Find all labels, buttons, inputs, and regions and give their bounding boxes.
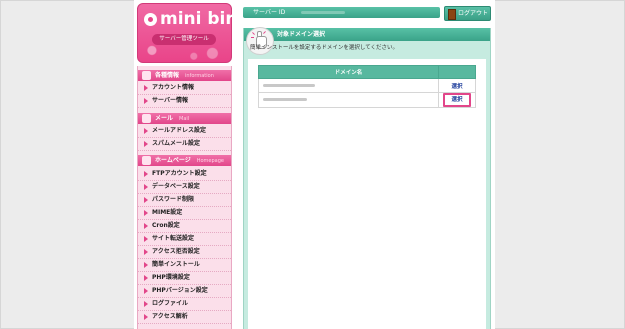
arrow-right-icon <box>144 171 148 177</box>
sidebar-item-label: ログファイル <box>152 300 189 307</box>
sidebar-item-spam-mail[interactable]: スパムメール設定 <box>138 138 231 151</box>
select-cell: 選択 <box>438 92 476 108</box>
server-id-bar: サーバー ID <box>243 7 440 18</box>
sidebar-item-label: 簡単インストール <box>152 261 200 268</box>
category-label-en: information <box>185 73 214 79</box>
domain-name-redacted <box>258 92 439 108</box>
arrow-right-icon <box>144 314 148 320</box>
server-id-label: サーバー ID <box>253 9 286 16</box>
arrow-right-icon <box>144 210 148 216</box>
sidebar-item-label: サーバー情報 <box>152 97 188 104</box>
category-label: 各種情報 <box>155 72 180 79</box>
sidebar-item-label: アクセス解析 <box>152 313 188 320</box>
sidebar-item-access-deny[interactable]: アクセス拒否設定 <box>138 246 231 259</box>
sidebar-item-label: データベース設定 <box>152 183 200 190</box>
category-label: メール <box>155 115 174 122</box>
sidebar-item-mail-address[interactable]: メールアドレス設定 <box>138 125 231 138</box>
panel-description: 簡単インストールを設定するドメインを選択してください。 <box>250 45 399 51</box>
select-highlight-box: 選択 <box>443 93 471 107</box>
sidebar-item-log-file[interactable]: ログファイル <box>138 298 231 311</box>
sidebar-item-database[interactable]: データベース設定 <box>138 181 231 194</box>
logout-label: ログアウト <box>458 10 489 17</box>
sidebar-item-site-transfer[interactable]: サイト転送設定 <box>138 233 231 246</box>
table-row: 選択 <box>258 78 476 93</box>
arrow-right-icon <box>144 98 148 104</box>
minibird-logo[interactable]: mini bird サーバー管理ツール <box>137 3 246 63</box>
logout-button[interactable]: ログアウト <box>444 6 491 21</box>
sidebar-item-password-restriction[interactable]: パスワード制限 <box>138 194 231 207</box>
arrow-right-icon <box>144 141 148 147</box>
arrow-right-icon <box>144 184 148 190</box>
select-cell: 選択 <box>438 78 476 93</box>
sidebar-item-server-info[interactable]: サーバー情報 <box>138 95 231 108</box>
sidebar-category-mail: メール Mail <box>138 113 231 124</box>
sidebar-item-label: メールアドレス設定 <box>152 127 207 134</box>
panel-header: 対象ドメイン選択 <box>244 28 490 41</box>
panel-content: ドメイン名 選択 選択 <box>248 59 486 329</box>
domain-select-panel: 対象ドメイン選択 簡単インストールを設定するドメインを選択してください。 ドメイ… <box>243 27 491 329</box>
info-icon <box>142 71 151 80</box>
arrow-right-icon <box>144 85 148 91</box>
logo-mark-icon <box>144 13 157 26</box>
server-id-value-redacted <box>301 7 345 18</box>
sidebar-category-homepage: ホームページ Homepage <box>138 155 231 166</box>
panel-title: 対象ドメイン選択 <box>277 31 326 38</box>
sidebar-item-label: Cron設定 <box>152 222 180 229</box>
sidebar-menu: 各種情報 information アカウント情報 サーバー情報 メール Mail メ… <box>137 66 232 329</box>
category-label-en: Mail <box>179 116 190 122</box>
sidebar-item-account-info[interactable]: アカウント情報 <box>138 82 231 95</box>
mail-icon <box>142 114 151 123</box>
domain-name-redacted <box>258 78 439 93</box>
sidebar-item-php-version[interactable]: PHPバージョン設定 <box>138 285 231 298</box>
arrow-right-icon <box>144 249 148 255</box>
logo-brand: mini bird <box>160 9 246 29</box>
sidebar-item-easy-install[interactable]: 簡単インストール <box>138 259 231 272</box>
column-header-domain: ドメイン名 <box>258 65 439 79</box>
category-label-en: Homepage <box>196 158 224 164</box>
sidebar-item-label: スパムメール設定 <box>152 140 201 147</box>
arrow-right-icon <box>144 197 148 203</box>
sidebar-item-label: MIME設定 <box>152 209 183 216</box>
sidebar-item-label: FTPアカウント設定 <box>152 170 207 177</box>
table-header-row: ドメイン名 <box>258 65 476 79</box>
door-icon <box>448 9 456 20</box>
sidebar-item-access-analysis[interactable]: アクセス解析 <box>138 311 231 324</box>
select-link[interactable]: 選択 <box>451 97 462 103</box>
select-link[interactable]: 選択 <box>451 84 462 90</box>
arrow-right-icon <box>144 288 148 294</box>
table-row: 選択 <box>258 92 476 108</box>
sidebar-item-ftp-account[interactable]: FTPアカウント設定 <box>138 168 231 181</box>
sidebar-item-label: PHP環境設定 <box>152 274 190 281</box>
sidebar-category-information: 各種情報 information <box>138 70 231 81</box>
arrow-right-icon <box>144 236 148 242</box>
sidebar-item-cron[interactable]: Cron設定 <box>138 220 231 233</box>
homepage-icon <box>142 156 151 165</box>
arrow-right-icon <box>144 301 148 307</box>
sidebar-item-mime[interactable]: MIME設定 <box>138 207 231 220</box>
domain-table: ドメイン名 選択 選択 <box>258 65 476 108</box>
sidebar-item-label: パスワード制限 <box>152 196 195 203</box>
sidebar-item-label: サイト転送設定 <box>152 235 195 242</box>
column-header-select <box>438 65 476 79</box>
arrow-right-icon <box>144 275 148 281</box>
category-label: ホームページ <box>155 157 191 164</box>
sidebar-item-label: アクセス拒否設定 <box>152 248 200 255</box>
arrow-right-icon <box>144 262 148 268</box>
arrow-right-icon <box>144 128 148 134</box>
logo-tagline: サーバー管理ツール <box>152 34 216 45</box>
sidebar-item-php-env[interactable]: PHP環境設定 <box>138 272 231 285</box>
sidebar-item-label: PHPバージョン設定 <box>152 287 208 294</box>
arrow-right-icon <box>144 223 148 229</box>
sidebar-item-label: アカウント情報 <box>152 84 195 91</box>
